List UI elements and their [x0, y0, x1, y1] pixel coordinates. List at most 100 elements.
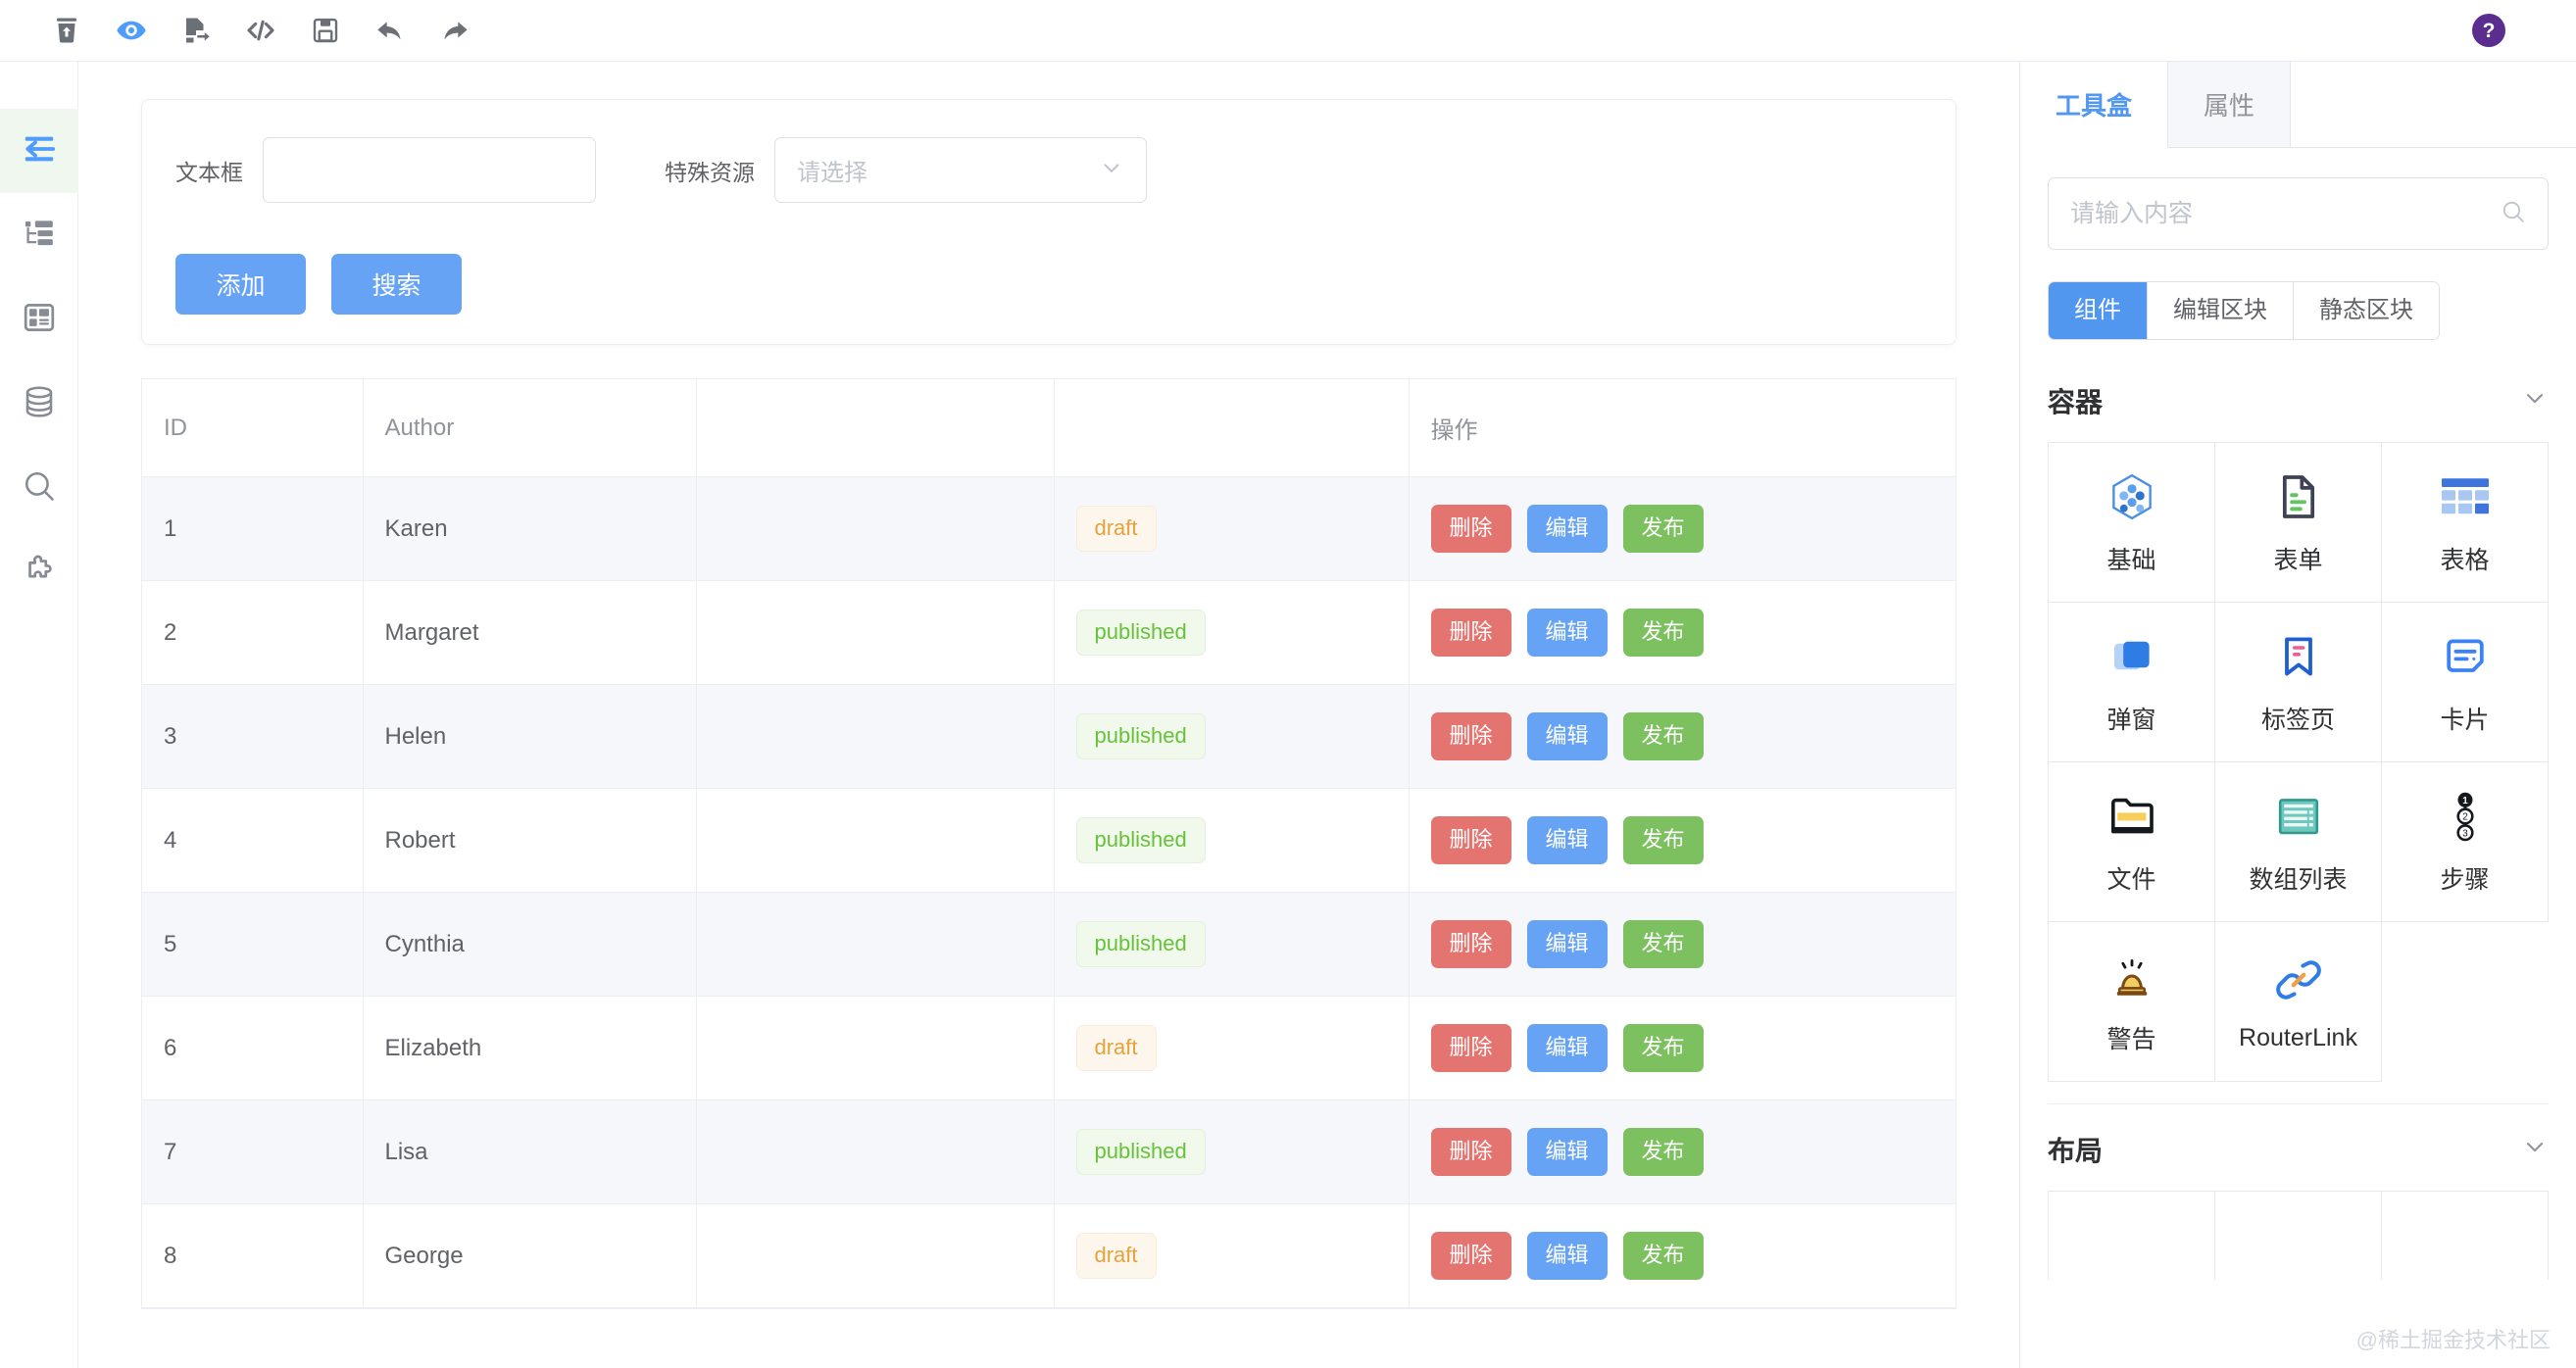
collapse-arrow-icon	[21, 130, 58, 172]
export-file-icon[interactable]	[169, 8, 223, 53]
segment-static-blocks[interactable]: 静态区块	[2294, 282, 2439, 339]
body-row: 文本框 特殊资源 请选择	[0, 62, 2576, 1368]
edit-button[interactable]: 编辑	[1527, 712, 1608, 759]
component-item[interactable]: 表格	[2382, 443, 2549, 603]
sidebar-item-search[interactable]	[0, 446, 78, 530]
cell-blank	[696, 477, 1054, 581]
delete-button[interactable]: 删除	[1431, 920, 1511, 967]
delete-button[interactable]: 删除	[1431, 816, 1511, 863]
chevron-down-icon[interactable]	[2521, 384, 2549, 418]
table-row[interactable]: 5Cynthiapublished删除编辑发布	[142, 893, 1956, 997]
save-icon[interactable]	[298, 8, 353, 53]
publish-button[interactable]: 发布	[1623, 609, 1704, 656]
redo-icon[interactable]	[427, 8, 482, 53]
sidebar-item-plugin[interactable]	[0, 530, 78, 614]
segment-edit-blocks[interactable]: 编辑区块	[2148, 282, 2294, 339]
table-row[interactable]: 6Elizabethdraft删除编辑发布	[142, 997, 1956, 1100]
special-resource-select[interactable]: 请选择	[774, 137, 1147, 203]
table-row[interactable]: 8Georgedraft删除编辑发布	[142, 1204, 1956, 1308]
publish-button[interactable]: 发布	[1623, 505, 1704, 552]
edit-button[interactable]: 编辑	[1527, 1128, 1608, 1175]
help-button[interactable]: ?	[2472, 14, 2505, 47]
code-icon[interactable]	[233, 8, 288, 53]
edit-button[interactable]: 编辑	[1527, 1024, 1608, 1071]
cell-status: draft	[1054, 1204, 1409, 1308]
column-header-id[interactable]: ID	[142, 379, 363, 477]
publish-button[interactable]: 发布	[1623, 920, 1704, 967]
delete-button[interactable]: 删除	[1431, 609, 1511, 656]
component-item[interactable]: 警告	[2049, 922, 2215, 1082]
cell-author: Cynthia	[363, 893, 696, 997]
component-item[interactable]: 卡片	[2382, 603, 2549, 762]
segment-components[interactable]: 组件	[2049, 282, 2148, 339]
sidebar-item-blocks[interactable]	[0, 277, 78, 362]
sidebar-item-collapse[interactable]	[0, 109, 78, 193]
delete-upload-icon[interactable]	[39, 8, 94, 53]
component-search-input[interactable]	[2070, 200, 2501, 228]
table-row[interactable]: 3Helenpublished删除编辑发布	[142, 685, 1956, 789]
tab-toolbox[interactable]: 工具盒	[2020, 62, 2168, 148]
publish-button[interactable]: 发布	[1623, 1232, 1704, 1279]
table-row[interactable]: 2Margaretpublished删除编辑发布	[142, 581, 1956, 685]
component-item[interactable]: 文件	[2049, 762, 2215, 922]
component-item-label: 数组列表	[2249, 860, 2347, 896]
column-header-blank1[interactable]	[696, 379, 1054, 477]
preview-eye-icon[interactable]	[104, 8, 159, 53]
component-item[interactable]: RouterLink	[2215, 922, 2382, 1082]
section-header-layout[interactable]: 布局	[2048, 1104, 2549, 1191]
component-item[interactable]: 表单	[2215, 443, 2382, 603]
component-item[interactable]: 1 2 3 步骤	[2382, 762, 2549, 922]
edit-button[interactable]: 编辑	[1527, 816, 1608, 863]
delete-button[interactable]: 删除	[1431, 505, 1511, 552]
status-badge: published	[1076, 713, 1206, 758]
publish-button[interactable]: 发布	[1623, 1128, 1704, 1175]
publish-button[interactable]: 发布	[1623, 712, 1704, 759]
component-item[interactable]: 数组列表	[2215, 762, 2382, 922]
layout-cell[interactable]	[2382, 1192, 2549, 1280]
edit-button[interactable]: 编辑	[1527, 920, 1608, 967]
search-icon[interactable]	[2501, 199, 2526, 229]
delete-button[interactable]: 删除	[1431, 1024, 1511, 1071]
layout-cell[interactable]	[2215, 1192, 2382, 1280]
component-item[interactable]: 弹窗	[2049, 603, 2215, 762]
component-search-box[interactable]	[2048, 177, 2549, 250]
undo-icon[interactable]	[363, 8, 418, 53]
bookmark-tab-icon	[2275, 628, 2322, 685]
publish-button[interactable]: 发布	[1623, 1024, 1704, 1071]
sidebar-item-database[interactable]	[0, 362, 78, 446]
form-item-select: 特殊资源 请选择	[665, 137, 1147, 203]
cell-operations: 删除编辑发布	[1409, 997, 1956, 1100]
table-row[interactable]: 7Lisapublished删除编辑发布	[142, 1100, 1956, 1204]
sidebar-item-tree[interactable]	[0, 193, 78, 277]
chevron-down-icon[interactable]	[2521, 1133, 2549, 1167]
column-header-blank2[interactable]	[1054, 379, 1409, 477]
tab-properties[interactable]: 属性	[2168, 62, 2291, 147]
table-row[interactable]: 1Karendraft删除编辑发布	[142, 477, 1956, 581]
component-item[interactable]: 基础	[2049, 443, 2215, 603]
edit-button[interactable]: 编辑	[1527, 1232, 1608, 1279]
delete-button[interactable]: 删除	[1431, 1232, 1511, 1279]
column-header-author[interactable]: Author	[363, 379, 696, 477]
edit-button[interactable]: 编辑	[1527, 505, 1608, 552]
layout-cell[interactable]	[2049, 1192, 2215, 1280]
status-badge: draft	[1076, 506, 1157, 551]
search-button[interactable]: 搜索	[331, 254, 462, 315]
cell-blank	[696, 789, 1054, 893]
cell-blank	[696, 997, 1054, 1100]
delete-button[interactable]: 删除	[1431, 712, 1511, 759]
cell-id: 6	[142, 997, 363, 1100]
component-item[interactable]: 标签页	[2215, 603, 2382, 762]
table-row[interactable]: 4Robertpublished删除编辑发布	[142, 789, 1956, 893]
component-item-label: 表单	[2273, 541, 2322, 576]
status-badge: published	[1076, 610, 1206, 655]
cell-author: Karen	[363, 477, 696, 581]
publish-button[interactable]: 发布	[1623, 816, 1704, 863]
column-header-ops[interactable]: 操作	[1409, 379, 1956, 477]
delete-button[interactable]: 删除	[1431, 1128, 1511, 1175]
add-button[interactable]: 添加	[175, 254, 306, 315]
text-input[interactable]	[263, 137, 596, 203]
component-grid-layout	[2048, 1191, 2549, 1280]
section-header-container[interactable]: 容器	[2048, 375, 2549, 442]
edit-button[interactable]: 编辑	[1527, 609, 1608, 656]
right-panel-tabs: 工具盒 属性	[2020, 62, 2576, 148]
